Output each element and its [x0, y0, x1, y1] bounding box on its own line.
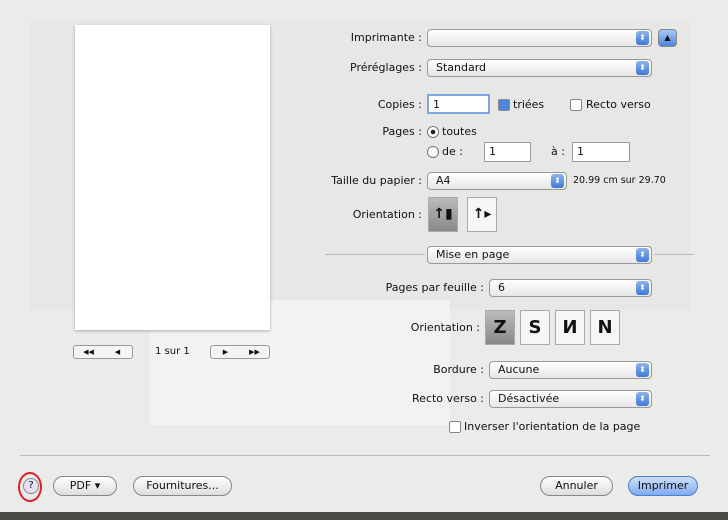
pages-to-label: à :: [551, 145, 565, 158]
orientation-label: Orientation :: [352, 208, 422, 221]
direction-z-button[interactable]: Z: [485, 310, 515, 345]
paper-size-popup[interactable]: A4 ⬍: [427, 172, 567, 190]
supplies-button[interactable]: Fournitures...: [133, 476, 232, 496]
duplex-label: Recto verso: [586, 98, 651, 111]
next-page-button[interactable]: ▶: [211, 346, 240, 358]
updown-arrow-icon: ⬍: [636, 248, 649, 262]
direction-n-button[interactable]: N: [590, 310, 620, 345]
portrait-icon: ↑▮: [433, 206, 453, 222]
direction-s-button[interactable]: S: [520, 310, 550, 345]
reverse-orientation-checkbox[interactable]: [449, 421, 461, 433]
first-page-button[interactable]: ◀◀: [74, 346, 103, 358]
divider: [654, 254, 694, 255]
pages-all-label: toutes: [442, 125, 477, 138]
pages-per-sheet-label: Pages par feuille :: [385, 281, 484, 294]
reverse-orientation-label: Inverser l'orientation de la page: [464, 420, 641, 433]
layout-duplex-label: Recto verso :: [412, 392, 484, 405]
section-popup[interactable]: Mise en page ⬍: [427, 246, 652, 264]
copies-input[interactable]: 1: [427, 94, 490, 114]
duplex-checkbox[interactable]: [570, 99, 582, 111]
presets-label: Préréglages :: [350, 61, 422, 74]
updown-arrow-icon: ⬍: [636, 31, 649, 45]
collapse-button[interactable]: ▲: [658, 29, 677, 47]
landscape-icon: ↑▸: [472, 206, 492, 222]
pdf-button[interactable]: PDF ▾: [53, 476, 117, 496]
preview-back-buttons[interactable]: ◀◀ ◀: [73, 345, 133, 359]
printer-label: Imprimante :: [350, 31, 422, 44]
help-button[interactable]: ?: [23, 478, 39, 494]
border-popup[interactable]: Aucune ⬍: [489, 361, 652, 379]
footer-divider: [20, 455, 710, 456]
triangle-up-icon: ▲: [664, 33, 671, 42]
last-page-button[interactable]: ▶▶: [240, 346, 269, 358]
pages-per-sheet-popup[interactable]: 6 ⬍: [489, 279, 652, 297]
pages-from-input[interactable]: 1: [484, 142, 531, 162]
preview-forward-buttons[interactable]: ▶ ▶▶: [210, 345, 270, 359]
cancel-button[interactable]: Annuler: [540, 476, 613, 496]
updown-arrow-icon: ⬍: [636, 61, 649, 75]
portrait-button[interactable]: ↑▮: [428, 197, 458, 232]
pages-range-label: de :: [442, 145, 463, 158]
updown-arrow-icon: ⬍: [551, 174, 564, 188]
presets-popup[interactable]: Standard ⬍: [427, 59, 652, 77]
updown-arrow-icon: ⬍: [636, 363, 649, 377]
pages-to-input[interactable]: 1: [572, 142, 630, 162]
copies-label: Copies :: [377, 98, 422, 111]
prev-page-button[interactable]: ◀: [103, 346, 132, 358]
desktop-strip: [0, 512, 728, 520]
landscape-button[interactable]: ↑▸: [467, 197, 497, 232]
paper-size-label: Taille du papier :: [331, 174, 422, 187]
updown-arrow-icon: ⬍: [636, 392, 649, 406]
pages-label: Pages :: [382, 125, 422, 138]
paper-dimensions: 20.99 cm sur 29.70: [573, 175, 666, 186]
collated-checkbox[interactable]: [498, 99, 510, 111]
direction-reverse-n-button[interactable]: N: [555, 310, 585, 345]
page-indicator: 1 sur 1: [155, 346, 190, 357]
updown-arrow-icon: ⬍: [636, 281, 649, 295]
pages-all-radio[interactable]: [427, 126, 439, 138]
layout-direction-label: Orientation :: [410, 321, 480, 334]
divider: [325, 254, 425, 255]
print-button[interactable]: Imprimer: [628, 476, 698, 496]
collated-label: triées: [513, 98, 545, 111]
pages-range-radio[interactable]: [427, 146, 439, 158]
printer-popup[interactable]: ⬍: [427, 29, 652, 47]
border-label: Bordure :: [433, 363, 484, 376]
layout-duplex-popup[interactable]: Désactivée ⬍: [489, 390, 652, 408]
